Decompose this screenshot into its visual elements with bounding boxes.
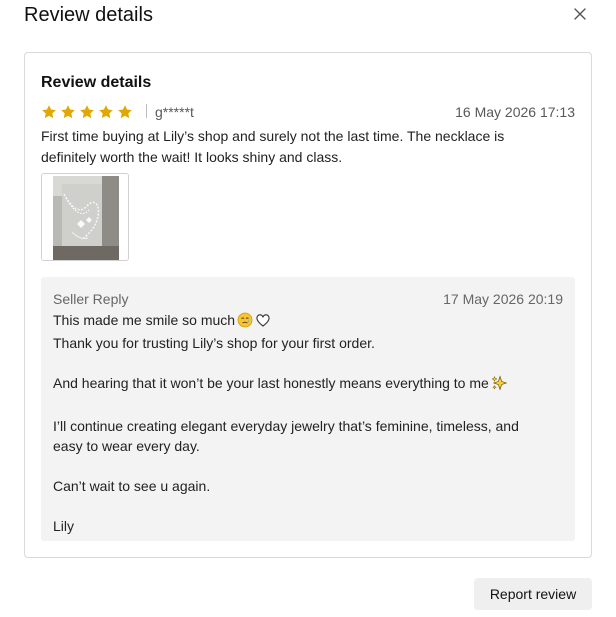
white-heart-icon (255, 312, 271, 333)
star-icon (42, 105, 56, 119)
review-heading: Review details (41, 74, 152, 91)
sparkles-icon (491, 375, 508, 396)
reply-line: I’ll continue creating elegant everyday … (53, 418, 519, 434)
review-photo[interactable] (41, 173, 129, 261)
smiling-face-with-tear-icon (237, 312, 253, 333)
star-icon (80, 105, 94, 119)
reply-line: easy to wear every day. (53, 438, 200, 454)
reply-signature: Lily (53, 518, 75, 534)
seller-reply-date: 17 May 2026 20:19 (443, 291, 563, 307)
modal-title: Review details (24, 4, 153, 26)
reply-line: Can’t wait to see u again. (53, 478, 211, 494)
star-icon (61, 105, 75, 119)
reply-line: This made me smile so much (53, 310, 563, 333)
star-icon (99, 105, 113, 119)
reply-line: And hearing that it won’t be your last h… (53, 373, 563, 396)
necklace-photo (42, 174, 128, 260)
seller-reply: Seller Reply 17 May 2026 20:19 This made… (41, 277, 575, 541)
review-date: 16 May 2026 17:13 (455, 104, 575, 120)
close-button[interactable] (570, 4, 590, 24)
star-rating (41, 103, 133, 121)
seller-reply-body: This made me smile so much Thank you for… (53, 310, 563, 536)
review-card: Review details g*****t 16 May 2026 17:13… (24, 52, 592, 558)
close-icon (574, 8, 586, 20)
reviewer-name: g*****t (155, 104, 194, 120)
reply-line: Thank you for trusting Lily’s shop for y… (53, 335, 375, 351)
rating-divider (146, 104, 147, 118)
seller-reply-label: Seller Reply (53, 291, 129, 307)
review-text: First time buying at Lily’s shop and sur… (41, 128, 505, 165)
report-review-button[interactable]: Report review (474, 578, 592, 610)
star-icon (118, 105, 132, 119)
